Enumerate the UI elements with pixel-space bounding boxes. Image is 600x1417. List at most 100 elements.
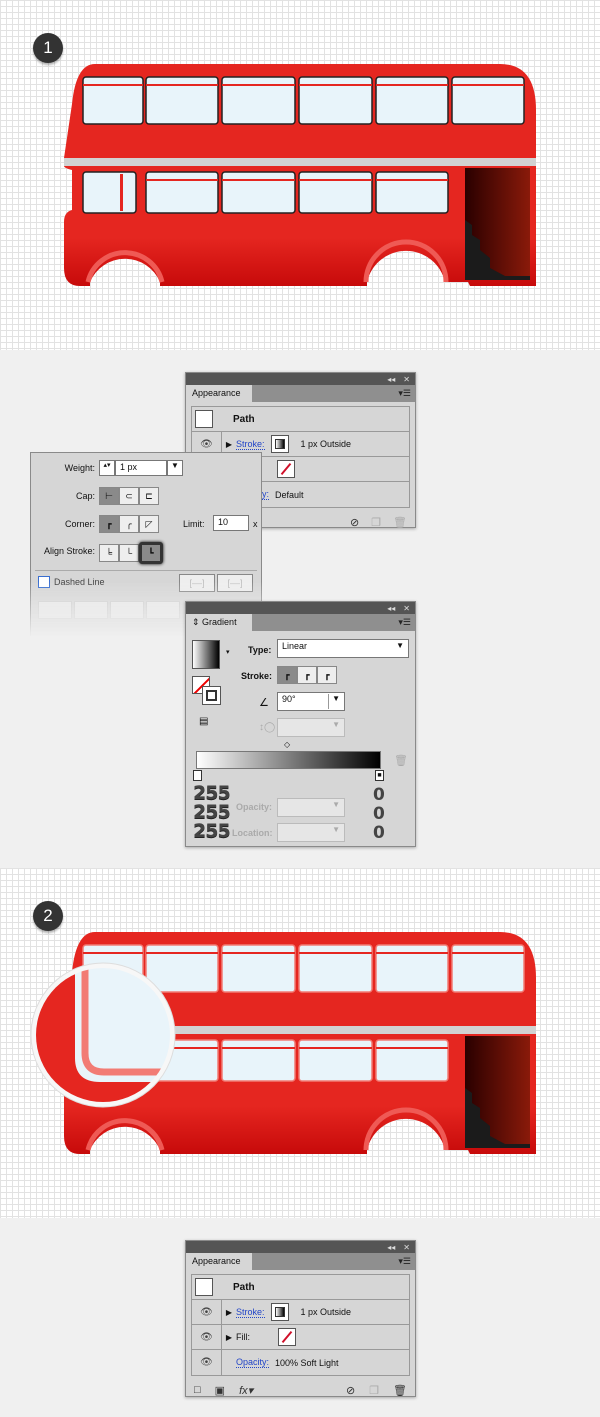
window-rail — [299, 84, 372, 86]
fill-swatch[interactable] — [278, 1328, 296, 1346]
expand-triangle-icon[interactable]: ▶ — [222, 1333, 236, 1342]
limit-label: Limit: — [183, 519, 205, 529]
window-rail — [299, 179, 372, 181]
gradient-thumbnail[interactable] — [192, 640, 220, 669]
bus-window — [82, 171, 137, 214]
collapse-icon[interactable]: ◂◂ — [387, 1243, 395, 1252]
duplicate-icon[interactable]: ❐ — [369, 1384, 379, 1397]
close-icon[interactable]: ✕ — [403, 1243, 410, 1252]
location-label: Location: — [232, 828, 273, 838]
tab-gradient[interactable]: ⇕ Gradient — [186, 614, 252, 631]
bus-window — [145, 171, 219, 214]
dashed-line-checkbox[interactable] — [38, 576, 50, 588]
stroke-along-button[interactable]: ┏ — [297, 666, 317, 684]
trash-icon[interactable]: 🗑 — [393, 1384, 407, 1397]
angle-input[interactable]: 90° ▼ — [277, 692, 345, 711]
add-stroke-icon[interactable]: □ — [194, 1384, 201, 1396]
type-label: Type: — [248, 645, 272, 655]
opacity-link[interactable]: Opacity: — [236, 1357, 270, 1368]
path-title: Path — [233, 1281, 255, 1293]
window-rail — [452, 84, 524, 86]
close-icon[interactable]: ✕ — [403, 375, 410, 384]
fill-swatch[interactable] — [277, 460, 295, 478]
fill-stroke-swatches[interactable] — [192, 676, 222, 706]
fx-button[interactable]: fx▾ — [239, 1384, 253, 1397]
window-rail — [299, 952, 372, 954]
aspect-ratio-input: ▼ — [277, 718, 345, 737]
round-join-button[interactable]: ╭ — [119, 515, 139, 533]
reverse-gradient-icon[interactable]: ▤ — [199, 716, 208, 727]
round-cap-button[interactable]: ⊂ — [119, 487, 139, 505]
gradient-slider[interactable] — [196, 751, 381, 769]
tab-appearance[interactable]: Appearance — [186, 1253, 252, 1270]
window-rail — [146, 179, 218, 181]
tab-appearance[interactable]: Appearance — [186, 385, 252, 402]
dash-align-corners-button[interactable]: [‒‒] — [179, 574, 215, 592]
thumbnail-dropdown-icon[interactable]: ▾ — [226, 648, 230, 656]
window-pole — [120, 174, 123, 211]
weight-stepper[interactable]: ▴▾ — [99, 460, 115, 476]
black-color-stop[interactable]: ■ — [375, 770, 384, 781]
type-select[interactable]: Linear ▼ — [277, 639, 409, 658]
end-green-value: 0 — [373, 804, 385, 824]
clear-appearance-icon[interactable]: ⊘ — [350, 516, 359, 529]
bus-window — [375, 1039, 449, 1082]
align-stroke-label: Align Stroke: — [43, 546, 95, 556]
end-red-value: 0 — [373, 785, 385, 805]
delete-stop-icon[interactable]: 🗑 — [394, 754, 408, 767]
dash-field[interactable] — [110, 601, 144, 619]
butt-cap-button[interactable]: ⊢ — [99, 487, 119, 505]
cap-label: Cap: — [75, 491, 95, 501]
align-outside-button[interactable]: ┗ — [139, 542, 163, 564]
duplicate-icon[interactable]: ❐ — [371, 516, 381, 529]
stroke-swatch[interactable] — [270, 435, 289, 453]
gap-field[interactable] — [74, 601, 108, 619]
expand-triangle-icon[interactable]: ▶ — [222, 440, 236, 449]
white-color-stop[interactable] — [193, 770, 202, 781]
corner-label: Corner: — [64, 519, 95, 529]
trash-icon[interactable]: 🗑 — [393, 516, 407, 529]
weight-input[interactable]: 1 px — [115, 460, 167, 476]
window-rail — [376, 1047, 448, 1049]
expand-triangle-icon[interactable]: ▶ — [222, 1308, 236, 1317]
window-rail — [83, 84, 143, 86]
bus-window — [298, 1039, 373, 1082]
eye-icon[interactable]: 👁 — [192, 1325, 222, 1349]
weight-dropdown[interactable]: ▼ — [167, 460, 183, 476]
dash-field[interactable] — [38, 601, 72, 619]
window-rail — [83, 952, 143, 954]
dash-align-ends-button[interactable]: [‒‒] — [217, 574, 253, 592]
stroke-within-button[interactable]: ┏ — [277, 666, 297, 684]
clear-appearance-icon[interactable]: ⊘ — [346, 1384, 355, 1397]
align-inside-button[interactable]: └ — [119, 544, 139, 562]
bus-illustration — [0, 0, 600, 300]
align-center-button[interactable]: ╘ — [99, 544, 119, 562]
midpoint-slider[interactable]: ◇ — [284, 740, 290, 749]
stroke-value: 1 px Outside — [300, 1307, 352, 1317]
gap-field[interactable] — [146, 601, 180, 619]
opacity-label: Opacity: — [236, 802, 273, 812]
appearance-panel: ◂◂ ✕ Appearance ▾☰ Path 👁 ▶ Stroke: 1 px Outs… — [185, 1240, 416, 1397]
panel-menu-icon[interactable]: ▾☰ — [398, 617, 411, 628]
angle-icon: ∠ — [259, 697, 269, 709]
add-fill-icon[interactable]: ▣ — [215, 1384, 225, 1397]
projecting-cap-button[interactable]: ⊏ — [139, 487, 159, 505]
miter-join-button[interactable]: ┏ — [99, 515, 119, 533]
eye-icon[interactable]: 👁 — [192, 1350, 222, 1375]
stroke-swatch[interactable] — [270, 1303, 289, 1321]
gradient-tab-label: Gradient — [202, 617, 237, 627]
bevel-join-button[interactable]: ◸ — [139, 515, 159, 533]
collapse-icon[interactable]: ◂◂ — [387, 604, 395, 613]
close-icon[interactable]: ✕ — [403, 604, 410, 613]
limit-input[interactable]: 10 — [213, 515, 249, 531]
panel-menu-icon[interactable]: ▾☰ — [398, 1256, 411, 1267]
eye-icon[interactable]: 👁 — [192, 1300, 222, 1324]
fill-label: Fill: — [236, 1332, 250, 1342]
stroke-link[interactable]: Stroke: — [236, 439, 265, 450]
stroke-value: 1 px Outside — [300, 439, 352, 449]
panel-menu-icon[interactable]: ▾☰ — [398, 388, 411, 399]
stroke-across-button[interactable]: ┏ — [317, 666, 337, 684]
stroke-link[interactable]: Stroke: — [236, 1307, 265, 1318]
collapse-icon[interactable]: ◂◂ — [387, 375, 395, 384]
window-rail — [222, 952, 295, 954]
